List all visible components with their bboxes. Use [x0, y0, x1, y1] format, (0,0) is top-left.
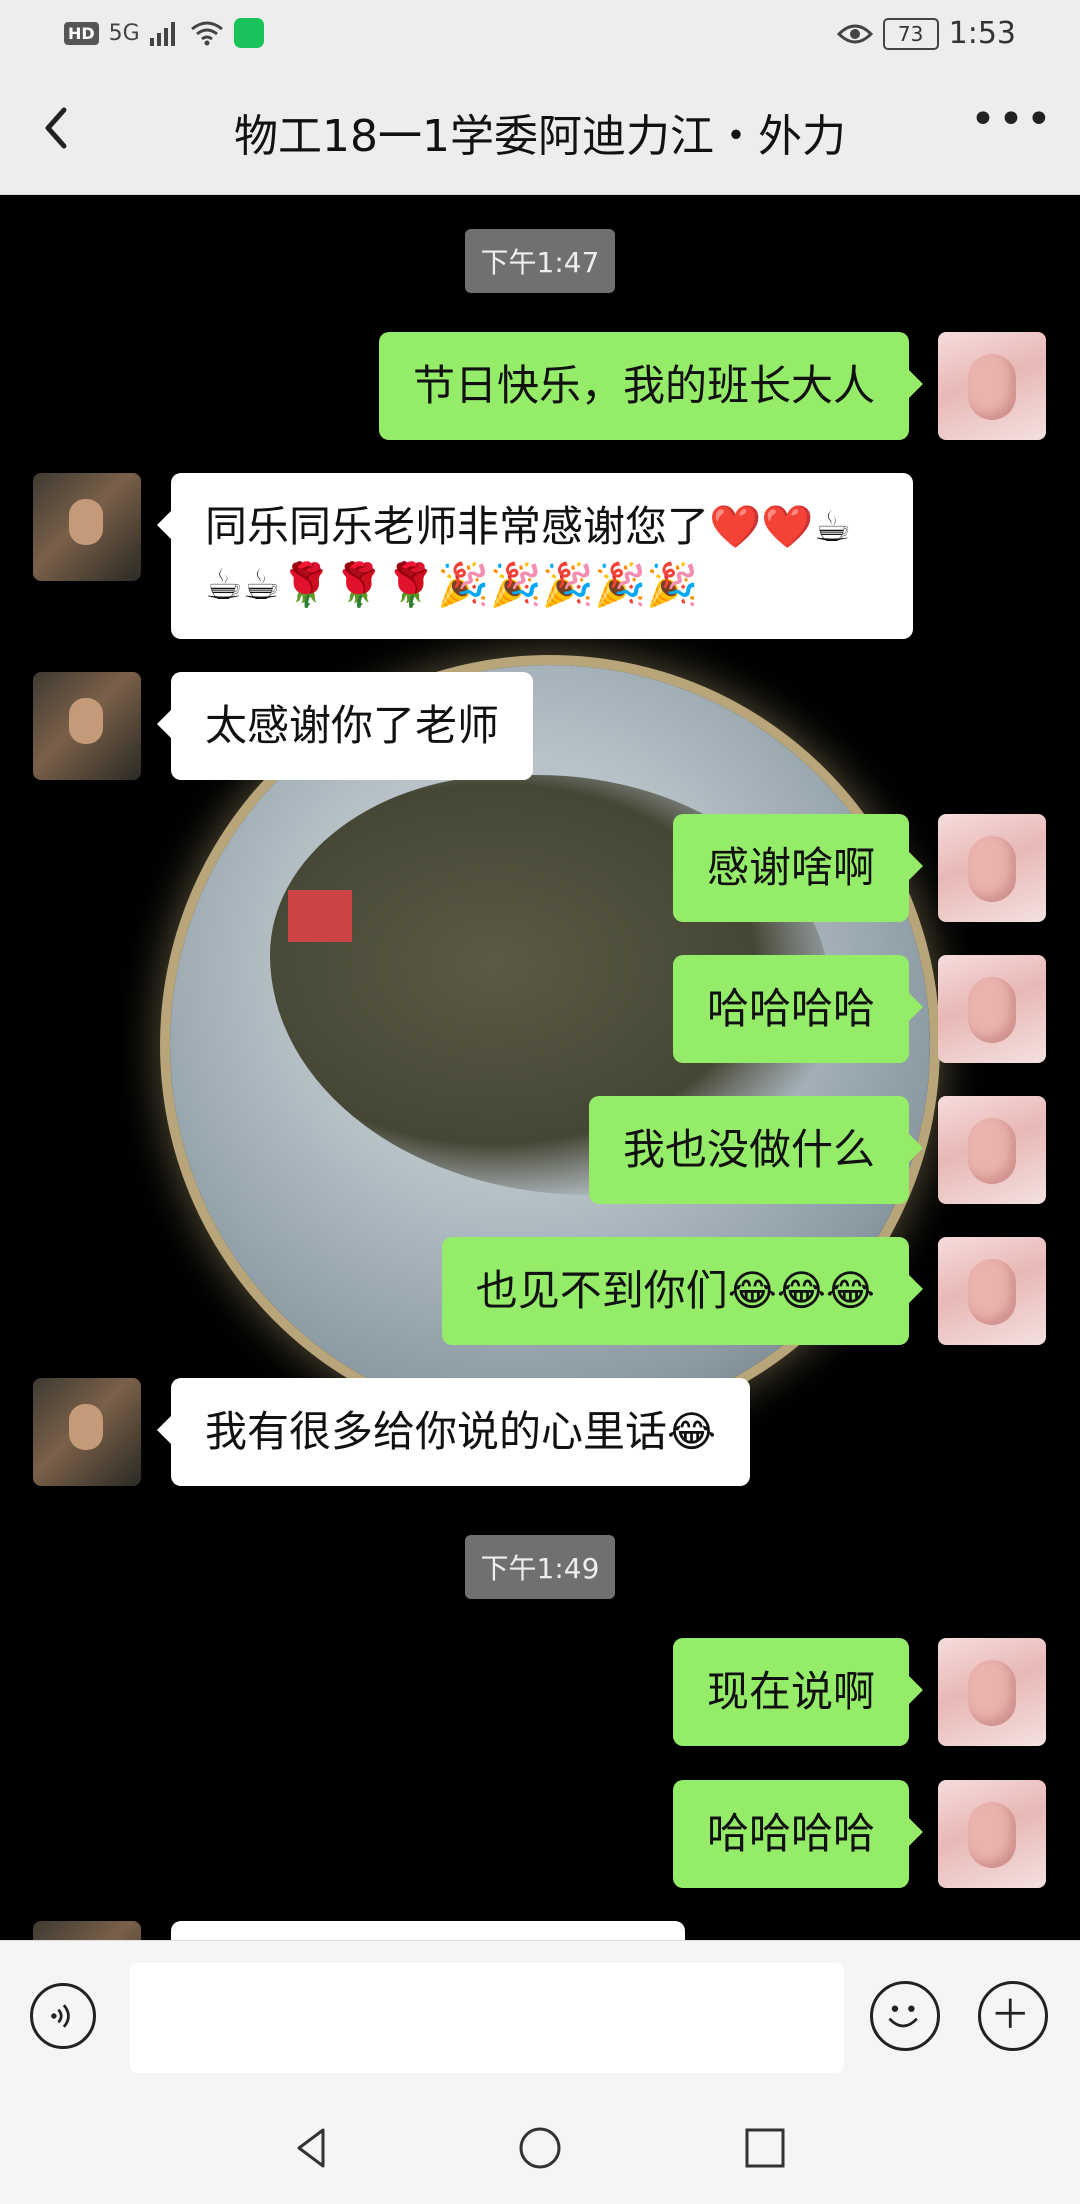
battery-indicator: 73 — [882, 17, 939, 50]
message-bubble-sent[interactable]: 感谢啥啊 — [672, 814, 924, 922]
my-avatar[interactable] — [938, 814, 1046, 922]
timestamp: 下午1:49 — [0, 1535, 1080, 1599]
contact-avatar[interactable] — [33, 1378, 141, 1486]
status-right: 73 1:53 — [836, 16, 1016, 51]
message-bubble-received[interactable]: 太感谢你了老师 — [156, 672, 534, 780]
timestamp-label: 下午1:49 — [464, 1535, 616, 1599]
contact-avatar[interactable] — [33, 1921, 141, 1940]
hd-badge: HD — [64, 21, 99, 45]
chevron-left-icon[interactable] — [28, 98, 88, 158]
message-bubble-received-partial[interactable] — [171, 1921, 685, 1940]
my-avatar[interactable] — [938, 955, 1046, 1063]
message-bubble-sent[interactable]: 现在说啊 — [672, 1638, 924, 1746]
system-nav-bar — [0, 2096, 1080, 2204]
nav-back-icon[interactable] — [283, 2118, 343, 2178]
message-bubble-sent[interactable]: 哈哈哈哈 — [672, 955, 924, 1063]
plus-icon[interactable] — [978, 1981, 1048, 2051]
message-bubble-sent[interactable]: 也见不到你们😂😂😂 — [441, 1237, 924, 1345]
wechat-notification-icon — [233, 18, 264, 48]
input-bar — [0, 1940, 1080, 2097]
nav-recents-icon[interactable] — [735, 2118, 795, 2178]
contact-avatar[interactable] — [33, 473, 141, 581]
chat-area[interactable]: 下午1:47 节日快乐，我的班长大人 同乐同乐老师非常感谢您了❤️❤️☕☕☕🌹🌹… — [0, 195, 1080, 1940]
title-bar: 物工18一1学委阿迪力江・外力 ••• — [0, 70, 1080, 194]
status-bar: HD 5G 73 1:53 — [0, 0, 1080, 70]
my-avatar[interactable] — [938, 332, 1046, 440]
signal-icon — [149, 22, 175, 46]
message-bubble-received[interactable]: 我有很多给你说的心里话😂 — [156, 1378, 751, 1486]
my-avatar[interactable] — [938, 1237, 1046, 1345]
my-avatar[interactable] — [938, 1638, 1046, 1746]
timestamp: 下午1:47 — [0, 229, 1080, 293]
message-input[interactable] — [130, 1963, 844, 2073]
network-label: 5G — [108, 20, 140, 46]
my-avatar[interactable] — [938, 1780, 1046, 1888]
wifi-icon — [190, 21, 223, 46]
message-bubble-sent[interactable]: 节日快乐，我的班长大人 — [378, 332, 924, 440]
top-bar: HD 5G 73 1:53 物工18一1学委阿迪力江・外力 ••• — [0, 0, 1080, 195]
chat-title: 物工18一1学委阿迪力江・外力 — [234, 111, 846, 162]
status-left: HD 5G — [64, 18, 264, 48]
nav-home-icon[interactable] — [510, 2118, 570, 2178]
timestamp-label: 下午1:47 — [464, 229, 616, 293]
message-bubble-received[interactable]: 同乐同乐老师非常感谢您了❤️❤️☕☕☕🌹🌹🌹🎉🎉🎉🎉🎉 — [157, 473, 913, 639]
voice-icon[interactable] — [30, 1983, 96, 2049]
emoji-icon[interactable] — [870, 1981, 940, 2051]
more-dots-icon[interactable]: ••• — [970, 98, 1052, 150]
my-avatar[interactable] — [938, 1096, 1046, 1204]
clock: 1:53 — [948, 16, 1016, 51]
eye-icon — [836, 24, 873, 43]
contact-avatar[interactable] — [33, 672, 141, 780]
message-bubble-sent[interactable]: 哈哈哈哈 — [672, 1780, 924, 1888]
map-marker — [288, 890, 352, 942]
message-bubble-sent[interactable]: 我也没做什么 — [588, 1096, 924, 1204]
